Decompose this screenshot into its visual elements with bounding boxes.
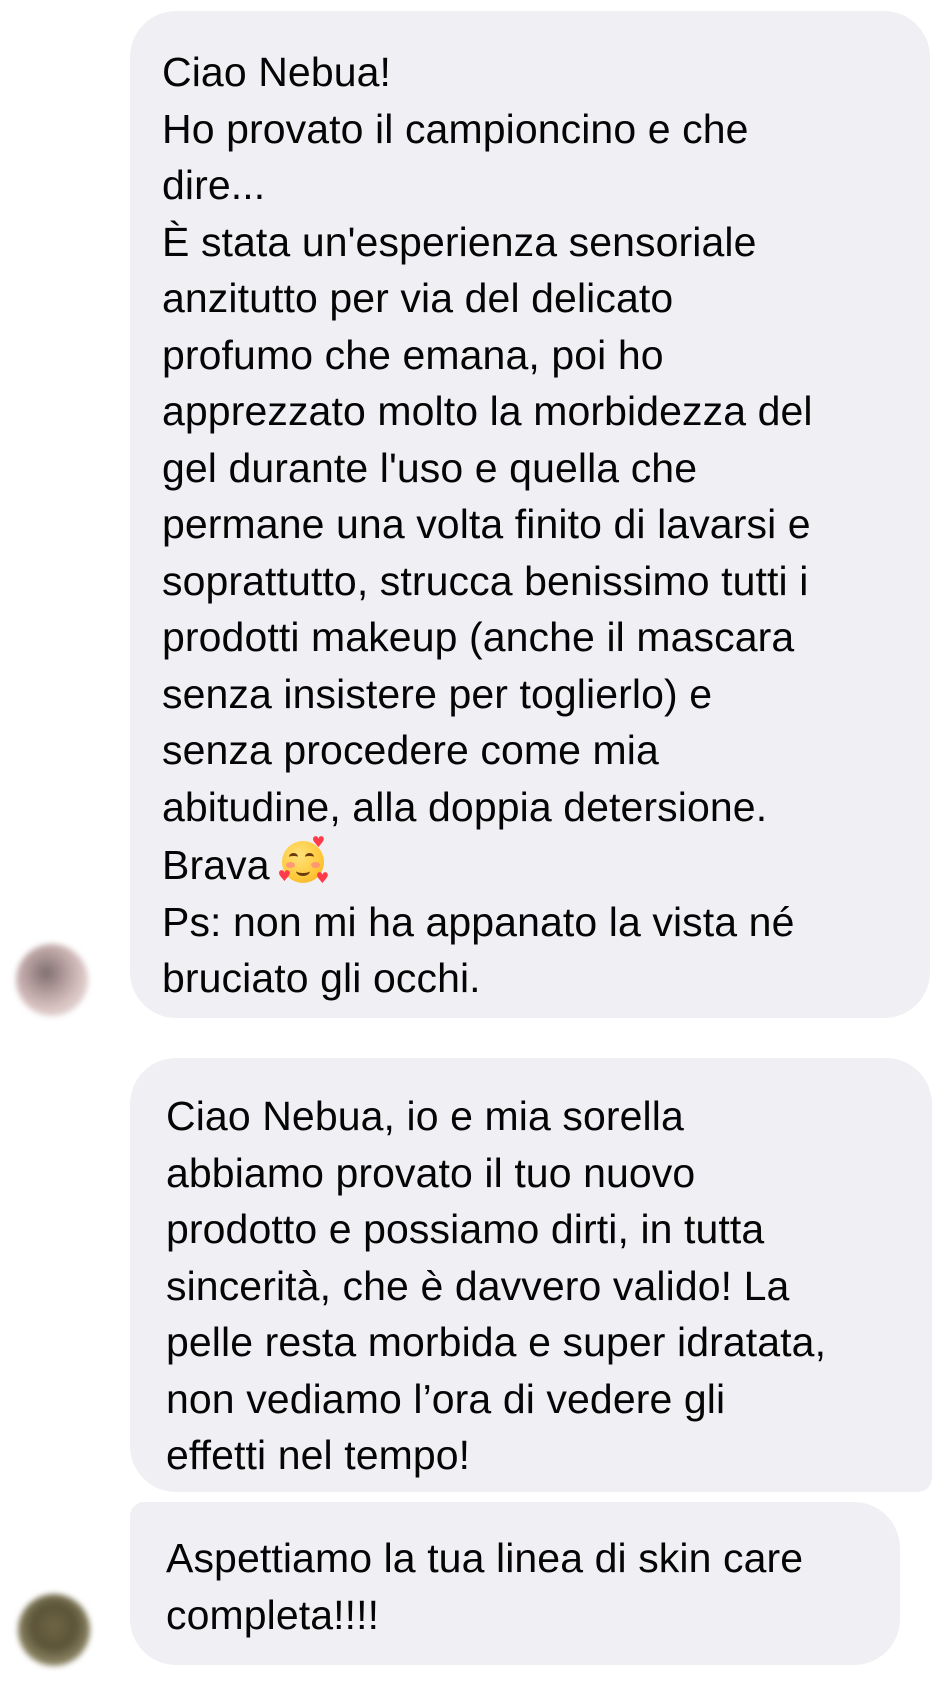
sender-avatar[interactable] bbox=[18, 1594, 90, 1666]
message-line: effetti nel tempo! bbox=[166, 1432, 471, 1478]
message-line: completa!!!! bbox=[166, 1591, 380, 1638]
message-line: apprezzato molto la morbidezza del bbox=[162, 388, 813, 434]
message-bubble[interactable]: Aspettiamo la tua linea di skin care com… bbox=[130, 1502, 900, 1665]
message-line: profumo che emana, poi ho bbox=[162, 331, 664, 378]
message-line: non vediamo l’ora di vedere gli bbox=[166, 1375, 726, 1422]
message-line: Ciao Nebua, io e mia sorella bbox=[166, 1093, 684, 1139]
message-line: permane una volta finito di lavarsi e bbox=[162, 501, 811, 547]
message-line: È stata un'esperienza sensoriale bbox=[162, 218, 757, 265]
message-line: Ho provato il campioncino e che bbox=[162, 105, 749, 152]
message-line-with-emoji: Brava ♥ ♥ ♥ bbox=[162, 835, 900, 894]
message-line: dire... bbox=[162, 162, 266, 208]
message-line: abitudine, alla doppia detersione. bbox=[162, 783, 768, 830]
message-line: soprattutto, strucca benissimo tutti i bbox=[162, 557, 809, 604]
message-bubble[interactable]: Ciao Nebua, io e mia sorella abbiamo pro… bbox=[130, 1058, 932, 1492]
message-line: senza insistere per toglierlo) e bbox=[162, 670, 713, 717]
message-line: gel durante l'uso e quella che bbox=[162, 444, 698, 491]
message-line: bruciato gli occhi. bbox=[162, 955, 481, 1001]
message-line: Brava bbox=[162, 842, 270, 888]
message-line: pelle resta morbida e super idratata, bbox=[166, 1319, 827, 1365]
message-line: Ciao Nebua! bbox=[162, 49, 392, 95]
message-line: prodotto e possiamo dirti, in tutta bbox=[166, 1206, 765, 1252]
message-line: Aspettiamo la tua linea di skin care bbox=[166, 1535, 804, 1581]
sender-avatar[interactable] bbox=[16, 944, 88, 1016]
smiling-face-with-hearts-icon: ♥ ♥ ♥ bbox=[277, 833, 330, 887]
message-line: sincerità, che è davvero valido! La bbox=[166, 1262, 790, 1309]
message-line: abbiamo provato il tuo nuovo bbox=[166, 1149, 696, 1196]
message-line: Ps: non mi ha appanato la vista né bbox=[162, 898, 795, 945]
message-line: prodotti makeup (anche il mascara bbox=[162, 614, 795, 660]
message-line: senza procedere come mia bbox=[162, 727, 659, 773]
message-line: anzitutto per via del delicato bbox=[162, 275, 674, 321]
message-bubble[interactable]: Ciao Nebua! Ho provato il campioncino e … bbox=[130, 11, 930, 1018]
